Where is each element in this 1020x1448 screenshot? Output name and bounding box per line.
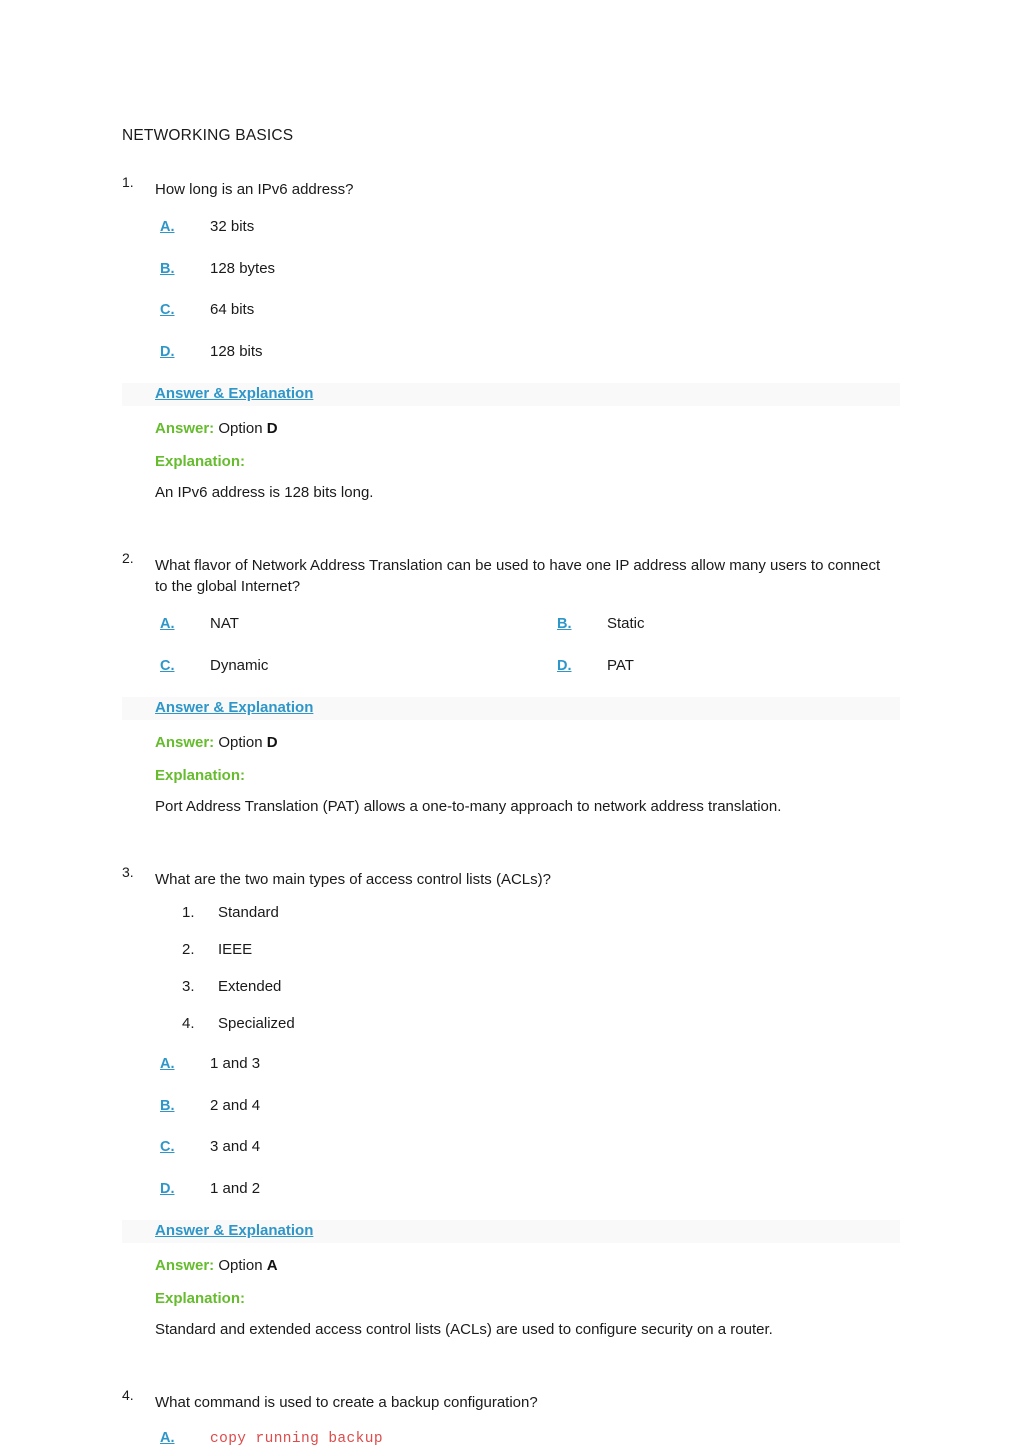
option-list: A. copy running backup: [122, 1430, 900, 1448]
question-text: How long is an IPv6 address?: [155, 181, 354, 199]
option-letter-c[interactable]: C.: [160, 302, 210, 318]
option-text-code: copy running backup: [210, 1430, 383, 1447]
option-letter-a[interactable]: A.: [160, 1430, 210, 1446]
option-letter-a[interactable]: A.: [160, 616, 210, 632]
explanation-label: Explanation:: [155, 452, 246, 470]
option-list: A. 1 and 3 B. 2 and 4 C. 3 and 4 D. 1 an…: [122, 1054, 900, 1198]
sub-list-text: Specialized: [218, 1015, 295, 1033]
option-letter-c[interactable]: C.: [160, 658, 210, 674]
option-letter-d[interactable]: D.: [160, 1181, 210, 1197]
question-number: 3.: [122, 863, 134, 880]
answer-explanation-bar: Answer & Explanation: [122, 383, 900, 407]
answer-explanation-link[interactable]: Answer & Explanation: [155, 1222, 313, 1239]
sub-list-text: IEEE: [218, 941, 253, 959]
question-text: What are the two main types of access co…: [155, 870, 551, 888]
answer-line: Answer: Option A: [155, 1256, 900, 1276]
option-item[interactable]: C. 64 bits: [122, 300, 900, 320]
option-item[interactable]: C. 3 and 4: [122, 1137, 900, 1157]
option-letter-b[interactable]: B.: [160, 261, 210, 277]
answer-label: Answer:: [155, 1257, 215, 1275]
question-block: 4. What command is used to create a back…: [122, 1387, 900, 1448]
option-item[interactable]: A. 1 and 3: [122, 1054, 900, 1074]
option-list: A. NAT B. Static C. Dynamic D. PAT: [122, 614, 900, 697]
explanation-text: Port Address Translation (PAT) allows a …: [155, 797, 782, 815]
sub-list-text: Standard: [218, 904, 279, 922]
option-text: 1 and 3: [210, 1055, 261, 1073]
option-letter-a[interactable]: A.: [160, 1056, 210, 1072]
question-sub-list: 1. Standard 2. IEEE 3. Extended 4. Speci…: [122, 904, 900, 1032]
explanation-text: An IPv6 address is 128 bits long.: [155, 483, 374, 501]
option-item[interactable]: C. Dynamic: [122, 656, 511, 676]
option-item[interactable]: D. 1 and 2: [122, 1179, 900, 1199]
answer-prefix: Option: [218, 1257, 263, 1275]
answer-prefix: Option: [218, 734, 263, 752]
page-title: NETWORKING BASICS: [122, 127, 294, 144]
question-block: 3. What are the two main types of access…: [122, 864, 900, 1340]
question-number: 4.: [122, 1386, 134, 1403]
answer-explanation-bar: Answer & Explanation: [122, 1220, 900, 1244]
answer-line: Answer: Option D: [155, 419, 900, 439]
answer-line: Answer: Option D: [155, 733, 900, 753]
sub-list-item: 4. Specialized: [122, 1015, 900, 1032]
option-letter-b[interactable]: B.: [160, 1098, 210, 1114]
option-text: 3 and 4: [210, 1138, 261, 1156]
option-item[interactable]: D. 128 bits: [122, 342, 900, 362]
question-block: 2. What flavor of Network Address Transl…: [122, 550, 900, 817]
option-item[interactable]: D. PAT: [511, 656, 900, 676]
sub-list-text: Extended: [218, 978, 282, 996]
explanation-label: Explanation:: [155, 1289, 246, 1307]
option-letter-d[interactable]: D.: [160, 344, 210, 360]
sub-list-item: 1. Standard: [122, 904, 900, 921]
option-item[interactable]: A. 32 bits: [122, 217, 900, 237]
option-list: A. 32 bits B. 128 bytes C. 64 bits D. 12…: [122, 217, 900, 361]
sub-list-number: 1.: [182, 904, 195, 922]
sub-list-item: 2. IEEE: [122, 941, 900, 958]
option-text: PAT: [607, 656, 634, 674]
document-content: NETWORKING BASICS 1. How long is an IPv6…: [122, 126, 900, 1448]
option-text: NAT: [210, 615, 239, 633]
option-text: 128 bytes: [210, 259, 276, 277]
option-text: Dynamic: [210, 656, 269, 674]
option-letter-d[interactable]: D.: [557, 658, 607, 674]
question-text: What flavor of Network Address Translati…: [155, 556, 881, 596]
answer-option-letter: A: [266, 1257, 278, 1275]
answer-prefix: Option: [218, 420, 263, 438]
option-letter-c[interactable]: C.: [160, 1139, 210, 1155]
option-text: 32 bits: [210, 218, 255, 236]
option-text: Static: [607, 615, 645, 633]
option-text: 2 and 4: [210, 1096, 261, 1114]
answer-explanation-bar: Answer & Explanation: [122, 697, 900, 721]
question-number: 2.: [122, 549, 134, 566]
explanation-label: Explanation:: [155, 766, 246, 784]
question-text: What command is used to create a backup …: [155, 1393, 538, 1411]
question-block: 1. How long is an IPv6 address? A. 32 bi…: [122, 174, 900, 502]
question-number: 1.: [122, 174, 134, 191]
explanation-text: Standard and extended access control lis…: [155, 1320, 773, 1338]
option-item[interactable]: A. copy running backup: [122, 1430, 900, 1448]
option-text: 64 bits: [210, 301, 255, 319]
option-item[interactable]: B. 128 bytes: [122, 259, 900, 279]
option-letter-b[interactable]: B.: [557, 616, 607, 632]
answer-label: Answer:: [155, 420, 215, 438]
option-text: 128 bits: [210, 342, 263, 360]
sub-list-number: 4.: [182, 1015, 195, 1033]
document-page: NETWORKING BASICS 1. How long is an IPv6…: [0, 0, 1020, 1447]
sub-list-number: 2.: [182, 941, 195, 959]
option-letter-a[interactable]: A.: [160, 219, 210, 235]
option-text: 1 and 2: [210, 1179, 261, 1197]
sub-list-item: 3. Extended: [122, 978, 900, 995]
answer-label: Answer:: [155, 734, 215, 752]
answer-explanation-link[interactable]: Answer & Explanation: [155, 385, 313, 402]
answer-option-letter: D: [266, 420, 278, 438]
answer-option-letter: D: [266, 734, 278, 752]
answer-explanation-link[interactable]: Answer & Explanation: [155, 699, 313, 716]
sub-list-number: 3.: [182, 978, 195, 996]
option-item[interactable]: B. Static: [511, 614, 900, 634]
option-item[interactable]: A. NAT: [122, 614, 511, 634]
option-item[interactable]: B. 2 and 4: [122, 1096, 900, 1116]
